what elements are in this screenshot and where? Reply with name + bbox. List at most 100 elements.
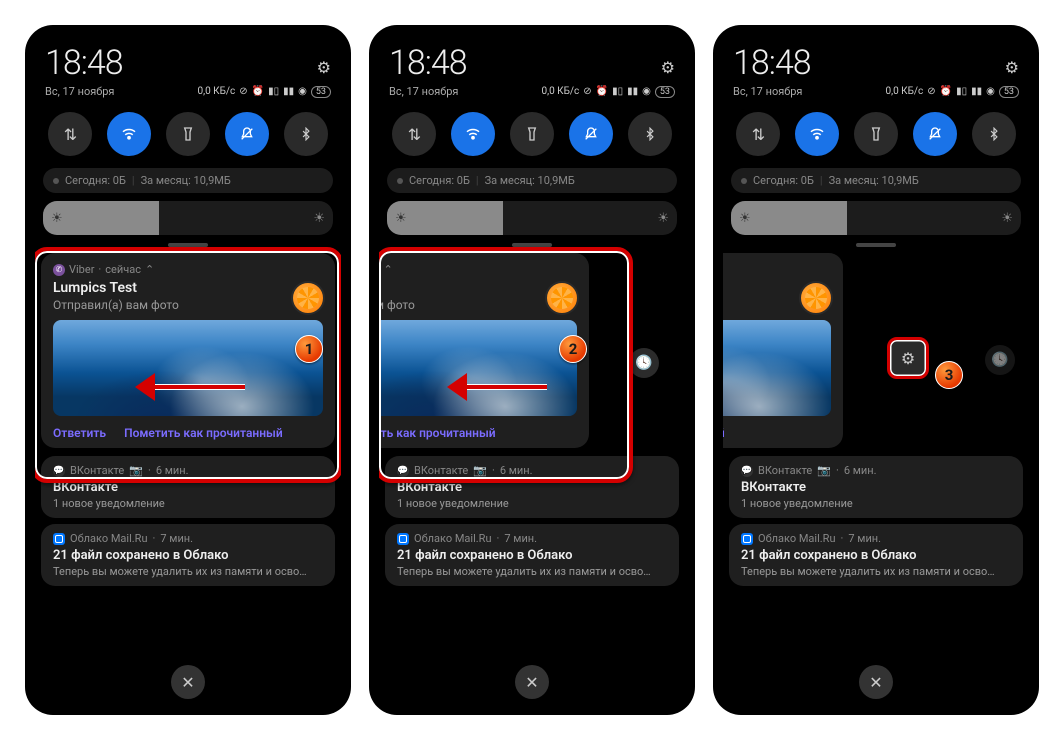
mailru-notification[interactable]: Облако Mail.Ru·7 мин. 21 файл сохранено … xyxy=(41,524,335,586)
reply-button[interactable]: Ответить xyxy=(53,426,106,440)
clear-all-button[interactable]: ✕ xyxy=(515,665,549,699)
data-month: За месяц: 10,9МБ xyxy=(141,174,231,187)
qs-flashlight-icon[interactable] xyxy=(854,112,898,156)
notif-header: ✆ Viber · сейчас ⌃ xyxy=(53,263,323,276)
vk-app-label: ВКонтакте xyxy=(70,464,124,477)
notif-settings-button[interactable]: ⚙ xyxy=(887,337,929,379)
swipe-actions: 🕓 xyxy=(985,345,1015,375)
qs-mute-icon[interactable] xyxy=(569,112,613,156)
data-usage-row[interactable]: Сегодня: 0Б|За месяц: 10,9МБ xyxy=(387,168,677,193)
viber-notification[interactable]: с⌃ этить как прочитанный xyxy=(723,253,843,448)
qs-data-icon[interactable]: ⇅ xyxy=(48,112,92,156)
contact-avatar xyxy=(545,281,579,315)
dnd-icon: ⊘ xyxy=(239,86,247,97)
contact-avatar xyxy=(291,281,325,315)
date-text: Вс, 17 ноября xyxy=(733,85,802,98)
clock: 18:48 xyxy=(45,43,123,83)
vk-notification[interactable]: 💬ВКонтакте📷·6 мин. ВКонтакте 1 новое уве… xyxy=(41,456,335,518)
phone-frame-2: 18:48 ⚙ Вс, 17 ноября 0,0 КБ/с⊘⏰▮▯▮▮◉53 ⇅… xyxy=(369,25,695,715)
drag-handle[interactable] xyxy=(512,243,552,247)
qs-bluetooth-icon[interactable] xyxy=(628,112,672,156)
qs-wifi-icon[interactable] xyxy=(795,112,839,156)
photo-thumbnail[interactable] xyxy=(723,320,831,416)
drag-handle[interactable] xyxy=(168,243,208,247)
notif-subtitle: Отправил(а) вам фото xyxy=(53,298,323,312)
vk-notification[interactable]: 💬ВКонтакте📷·6 мин.ВКонтакте1 новое уведо… xyxy=(385,456,679,518)
snooze-icon[interactable]: 🕓 xyxy=(985,345,1015,375)
status-indicators: 0,0 КБ/с⊘⏰▮▯▮▮◉53 xyxy=(885,86,1019,98)
notif-time: сейчас xyxy=(105,263,141,276)
data-usage-row[interactable]: Сегодня: 0Б|За месяц: 10,9МБ xyxy=(731,168,1021,193)
step-badge-1: 1 xyxy=(295,335,323,363)
mark-read-button[interactable]: Пометить как прочитанный xyxy=(379,426,496,440)
mailru-time: 7 мин. xyxy=(160,532,193,545)
qs-bluetooth-icon[interactable] xyxy=(284,112,328,156)
qs-mute-icon[interactable] xyxy=(225,112,269,156)
screen: 18:48⚙ Вс, 17 ноября 0,0 КБ/с⊘⏰▮▯▮▮◉53 ⇅… xyxy=(723,35,1029,705)
qs-data-icon[interactable]: ⇅ xyxy=(736,112,780,156)
chevron-up-icon[interactable]: ⌃ xyxy=(384,263,393,276)
step-badge-2: 2 xyxy=(559,335,587,363)
settings-icon[interactable]: ⚙ xyxy=(1005,58,1019,83)
settings-icon[interactable]: ⚙ xyxy=(317,58,331,83)
clock: 18:48 xyxy=(389,43,467,83)
quick-settings: ⇅ xyxy=(35,106,341,162)
settings-icon[interactable]: ⚙ xyxy=(661,58,675,83)
brightness-slider[interactable]: ☀ ☀ xyxy=(43,201,333,235)
vk-time: 6 мин. xyxy=(156,464,189,477)
mark-read-button[interactable]: Пометить как прочитанный xyxy=(124,426,283,440)
mark-read-button[interactable]: этить как прочитанный xyxy=(723,426,725,440)
status-bar: 18:48 ⚙ xyxy=(35,35,341,85)
contact-avatar xyxy=(799,281,833,315)
data-today: Сегодня: 0Б xyxy=(65,174,126,187)
vk-icon: 💬 xyxy=(53,465,65,477)
date-text: Вс, 17 ноября xyxy=(389,85,458,98)
qs-mute-icon[interactable] xyxy=(913,112,957,156)
mailru-app-label: Облако Mail.Ru xyxy=(70,532,148,545)
vk-notification[interactable]: 💬ВКонтакте📷·6 мин.ВКонтакте1 новое уведо… xyxy=(729,456,1023,518)
status-indicators: 0,0 КБ/с ⊘ ⏰ ▮▯ ▮▮ ◉ 53 xyxy=(197,86,331,98)
notif-actions: Ответить Пометить как прочитанный xyxy=(53,426,323,440)
qs-data-icon[interactable]: ⇅ xyxy=(392,112,436,156)
phone-frame-3: 18:48⚙ Вс, 17 ноября 0,0 КБ/с⊘⏰▮▯▮▮◉53 ⇅… xyxy=(713,25,1039,715)
viber-notification[interactable]: ✆ Viber · сейчас ⌃ Lumpics Test Отправил… xyxy=(41,253,335,448)
brightness-max-icon: ☀ xyxy=(313,211,325,226)
brightness-slider[interactable]: ☀☀ xyxy=(731,201,1021,235)
data-speed: 0,0 КБ/с xyxy=(197,86,235,97)
viber-notification[interactable]: ·сейчас⌃ Test л(а) вам фото Пометить как… xyxy=(379,253,589,448)
phone-frame-1: 18:48 ⚙ Вс, 17 ноября 0,0 КБ/с ⊘ ⏰ ▮▯ ▮▮… xyxy=(25,25,351,715)
battery-indicator: 53 xyxy=(311,86,331,98)
signal-icon-2: ▮▮ xyxy=(283,86,294,97)
clear-all-button[interactable]: ✕ xyxy=(859,665,893,699)
signal-icon: ▮▯ xyxy=(268,86,279,97)
status-indicators: 0,0 КБ/с⊘⏰▮▯▮▮◉53 xyxy=(541,86,675,98)
brightness-min-icon: ☀ xyxy=(51,211,63,226)
step-badge-3: 3 xyxy=(935,361,963,389)
screen: 18:48 ⚙ Вс, 17 ноября 0,0 КБ/с⊘⏰▮▯▮▮◉53 ⇅… xyxy=(379,35,685,705)
alarm-icon: ⏰ xyxy=(252,86,264,97)
notif-title: Lumpics Test xyxy=(53,280,323,296)
qs-wifi-icon[interactable] xyxy=(451,112,495,156)
photo-thumbnail[interactable] xyxy=(379,320,577,416)
viber-icon: ✆ xyxy=(53,264,65,276)
data-usage-row[interactable]: Сегодня: 0Б | За месяц: 10,9МБ xyxy=(43,168,333,193)
mailru-notification[interactable]: Облако Mail.Ru·7 мин.21 файл сохранено в… xyxy=(385,524,679,586)
mailru-icon xyxy=(53,533,65,545)
mailru-sub: Теперь вы можете удалить их из памяти и … xyxy=(53,565,323,578)
qs-wifi-icon[interactable] xyxy=(107,112,151,156)
qs-bluetooth-icon[interactable] xyxy=(972,112,1016,156)
drag-handle[interactable] xyxy=(856,243,896,247)
wifi-icon: ◉ xyxy=(298,86,307,97)
app-label: Viber xyxy=(69,263,94,276)
swipe-actions: 🕓 xyxy=(629,348,659,378)
vk-title: ВКонтакте xyxy=(53,480,323,495)
mailru-notification[interactable]: Облако Mail.Ru·7 мин.21 файл сохранено в… xyxy=(729,524,1023,586)
clear-all-button[interactable]: ✕ xyxy=(171,665,205,699)
qs-flashlight-icon[interactable] xyxy=(510,112,554,156)
notif-time: сейчас xyxy=(379,263,380,276)
qs-flashlight-icon[interactable] xyxy=(166,112,210,156)
snooze-icon[interactable]: 🕓 xyxy=(629,348,659,378)
brightness-slider[interactable]: ☀☀ xyxy=(387,201,677,235)
chevron-up-icon[interactable]: ⌃ xyxy=(145,263,154,276)
photo-thumbnail[interactable] xyxy=(53,320,323,416)
